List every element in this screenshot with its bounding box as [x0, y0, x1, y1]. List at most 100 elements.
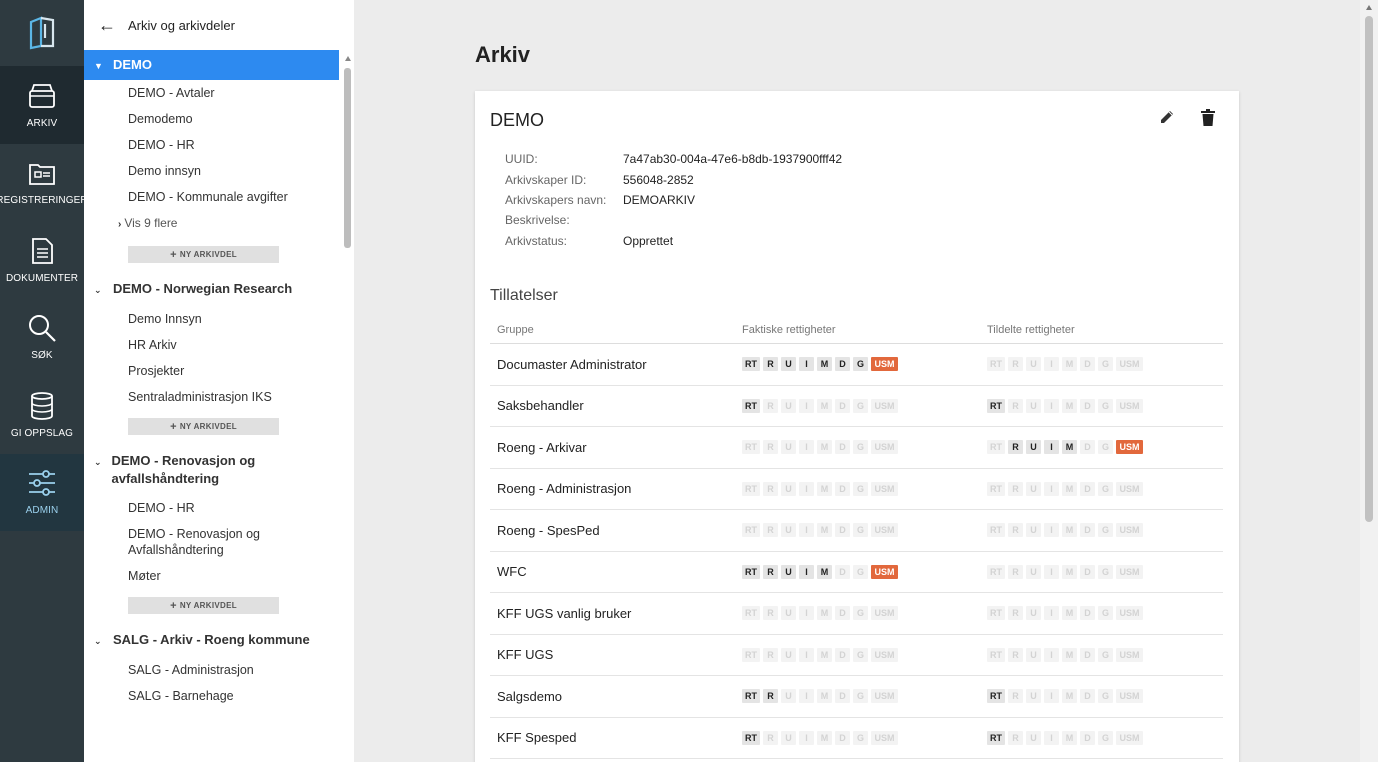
new-archive-part-button[interactable]: + NY ARKIVDEL — [128, 597, 279, 614]
right-badge-usm: USM — [1116, 606, 1143, 621]
right-badge-g: G — [1098, 647, 1113, 662]
rail-label: SØK — [31, 350, 53, 362]
right-badge-rt: RT — [742, 606, 760, 621]
right-badge-d: D — [1080, 440, 1095, 455]
rights-badges: RT R U I M D G USM — [742, 564, 979, 579]
tree-item[interactable]: HR Arkiv — [84, 332, 339, 358]
meta-value: Opprettet — [623, 233, 674, 248]
tree-group-demo[interactable]: ▼ DEMO — [84, 50, 339, 80]
meta-value: 556048-2852 — [623, 172, 694, 187]
tree-item[interactable]: Demodemo — [84, 106, 339, 132]
tree-item[interactable]: DEMO - Kommunale avgifter — [84, 184, 339, 210]
right-badge-g: G — [853, 606, 868, 621]
app-logo[interactable] — [0, 0, 84, 66]
tree-item[interactable]: Sentraladministrasjon IKS — [84, 384, 339, 410]
tree-item[interactable]: SALG - Administrasjon — [84, 657, 339, 683]
pencil-icon[interactable] — [1159, 109, 1175, 125]
right-badge-rt: RT — [987, 398, 1005, 413]
right-badge-m: M — [1062, 689, 1077, 704]
rail-item-dokumenter[interactable]: DOKUMENTER — [0, 221, 84, 299]
actual-rights: RT R U I M D G USM — [734, 730, 979, 745]
tree-item[interactable]: SALG - Barnehage — [84, 683, 339, 709]
group-name: Roeng - Administrasjon — [497, 481, 632, 497]
right-badge-usm: USM — [1116, 523, 1143, 538]
right-badge-u: U — [1026, 689, 1041, 704]
tree-group-renovasjon[interactable]: ⌄ DEMO - Renovasjon og avfallshåndtering — [84, 445, 339, 495]
right-badge-r: R — [1008, 523, 1023, 538]
meta-row-description: Beskrivelse: — [505, 210, 842, 230]
rail-item-arkiv[interactable]: ARKIV — [0, 66, 84, 144]
right-badge-g: G — [1098, 730, 1113, 745]
chevron-down-icon[interactable]: ▼ — [94, 57, 108, 75]
meta-key: Beskrivelse: — [505, 213, 570, 228]
right-badge-u: U — [1026, 730, 1041, 745]
tree-item[interactable]: Demo Innsyn — [84, 306, 339, 332]
right-badge-d: D — [835, 523, 850, 538]
meta-value: DEMOARKIV — [623, 192, 696, 207]
tree-header-title: Arkiv og arkivdeler — [128, 17, 235, 33]
tree-item[interactable]: DEMO - Avtaler — [84, 80, 339, 106]
right-badge-u: U — [1026, 564, 1041, 579]
new-archive-part-button[interactable]: + NY ARKIVDEL — [128, 418, 279, 435]
right-badge-r: R — [1008, 606, 1023, 621]
right-badge-u: U — [781, 606, 796, 621]
new-archive-part-button[interactable]: + NY ARKIVDEL — [128, 246, 279, 263]
archive-title: DEMO — [490, 110, 544, 130]
show-more-link[interactable]: › Vis 9 flere — [84, 210, 354, 238]
tree-header[interactable]: ← Arkiv og arkivdeler — [84, 0, 354, 50]
tree-item[interactable]: DEMO - HR — [84, 132, 339, 158]
right-badge-g: G — [853, 689, 868, 704]
tree-group-salg[interactable]: ⌄ SALG - Arkiv - Roeng kommune — [84, 624, 339, 657]
sliders-icon — [29, 470, 55, 497]
right-badge-usm: USM — [871, 689, 898, 704]
tree-scroll-up-arrow[interactable] — [345, 56, 351, 61]
right-badge-u: U — [781, 689, 796, 704]
right-badge-u: U — [1026, 440, 1041, 455]
right-badge-u: U — [1026, 523, 1041, 538]
meta-key: Arkivskapers navn: — [505, 192, 607, 207]
rail-item-admin[interactable]: ADMIN — [0, 453, 84, 531]
rights-badges: RT R U I M D G USM — [987, 730, 1223, 745]
new-button-label: NY ARKIVDEL — [179, 422, 237, 431]
right-badge-i: I — [1044, 357, 1059, 372]
permission-row: Roeng - Administrasjon RT R U I M D G USM RT R U I M D… — [490, 469, 1223, 510]
tree-item[interactable]: DEMO - HR — [84, 495, 339, 521]
window-scroll-up-arrow[interactable] — [1366, 5, 1372, 10]
rights-badges: RT R U I M D G USM — [742, 730, 979, 745]
right-badge-u: U — [1026, 647, 1041, 662]
right-badge-usm: USM — [1116, 481, 1143, 496]
right-badge-i: I — [799, 564, 814, 579]
window-scrollbar-thumb[interactable] — [1365, 16, 1373, 522]
right-badge-rt: RT — [987, 730, 1005, 745]
chevron-down-icon[interactable]: ⌄ — [94, 632, 108, 650]
arrow-left-icon[interactable]: ← — [98, 16, 116, 34]
right-badge-g: G — [1098, 398, 1113, 413]
permissions-header-row: Gruppe Faktiske rettigheter Tildelte ret… — [490, 317, 1223, 344]
right-badge-d: D — [1080, 523, 1095, 538]
chevron-down-icon[interactable]: ⌄ — [94, 453, 106, 471]
folder-doc-icon — [29, 164, 55, 186]
group-name: KFF UGS — [497, 647, 554, 663]
group-name: Saksbehandler — [497, 398, 584, 414]
actual-rights: RT R U I M D G USM — [734, 647, 979, 662]
column-header-assigned: Tildelte rettigheter — [987, 324, 1075, 336]
right-badge-rt: RT — [742, 481, 760, 496]
right-badge-m: M — [1062, 357, 1077, 372]
rail-item-registreringer[interactable]: REGISTRERINGER — [0, 144, 88, 222]
assigned-rights: RT R U I M D G USM — [979, 357, 1223, 372]
rail-item-sok[interactable]: SØK — [0, 299, 84, 377]
tree-item[interactable]: Prosjekter — [84, 358, 339, 384]
tree-item[interactable]: Demo innsyn — [84, 158, 339, 184]
right-badge-i: I — [1044, 440, 1059, 455]
chevron-down-icon[interactable]: ⌄ — [94, 281, 108, 299]
trash-icon[interactable] — [1201, 109, 1215, 126]
right-badge-d: D — [835, 689, 850, 704]
tree-group-norwegian-research[interactable]: ⌄ DEMO - Norwegian Research — [84, 273, 339, 306]
rail-item-gi-oppslag[interactable]: GI OPPSLAG — [0, 376, 84, 454]
window-scrollbar-track[interactable] — [1360, 0, 1378, 762]
tree-item[interactable]: DEMO - Renovasjon og Avfallshåndtering — [84, 521, 314, 563]
tree-item[interactable]: Møter — [84, 563, 339, 589]
tree-scrollbar[interactable] — [344, 68, 351, 248]
right-badge-m: M — [1062, 730, 1077, 745]
right-badge-i: I — [799, 523, 814, 538]
